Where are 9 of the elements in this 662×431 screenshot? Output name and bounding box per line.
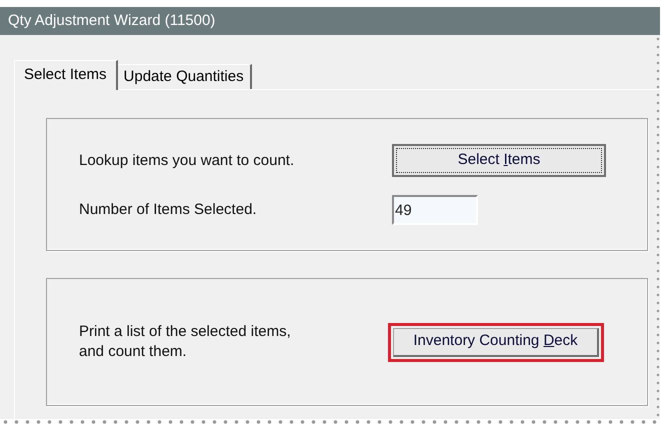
instruction-text: Lookup items you want to count. xyxy=(79,150,296,171)
action-button[interactable]: Select Items xyxy=(392,144,606,178)
window-title: Qty Adjustment Wizard (11500) xyxy=(8,10,216,31)
tab[interactable]: Select Items xyxy=(14,60,118,90)
tab[interactable]: Update Quantities xyxy=(118,64,252,90)
count-field[interactable]: 49 xyxy=(392,195,478,226)
instruction-text: Print a list of the selected items, and count them. xyxy=(79,322,292,362)
action-button[interactable]: Inventory Counting Deck xyxy=(393,328,599,357)
instruction-text: Number of Items Selected. xyxy=(79,200,258,220)
